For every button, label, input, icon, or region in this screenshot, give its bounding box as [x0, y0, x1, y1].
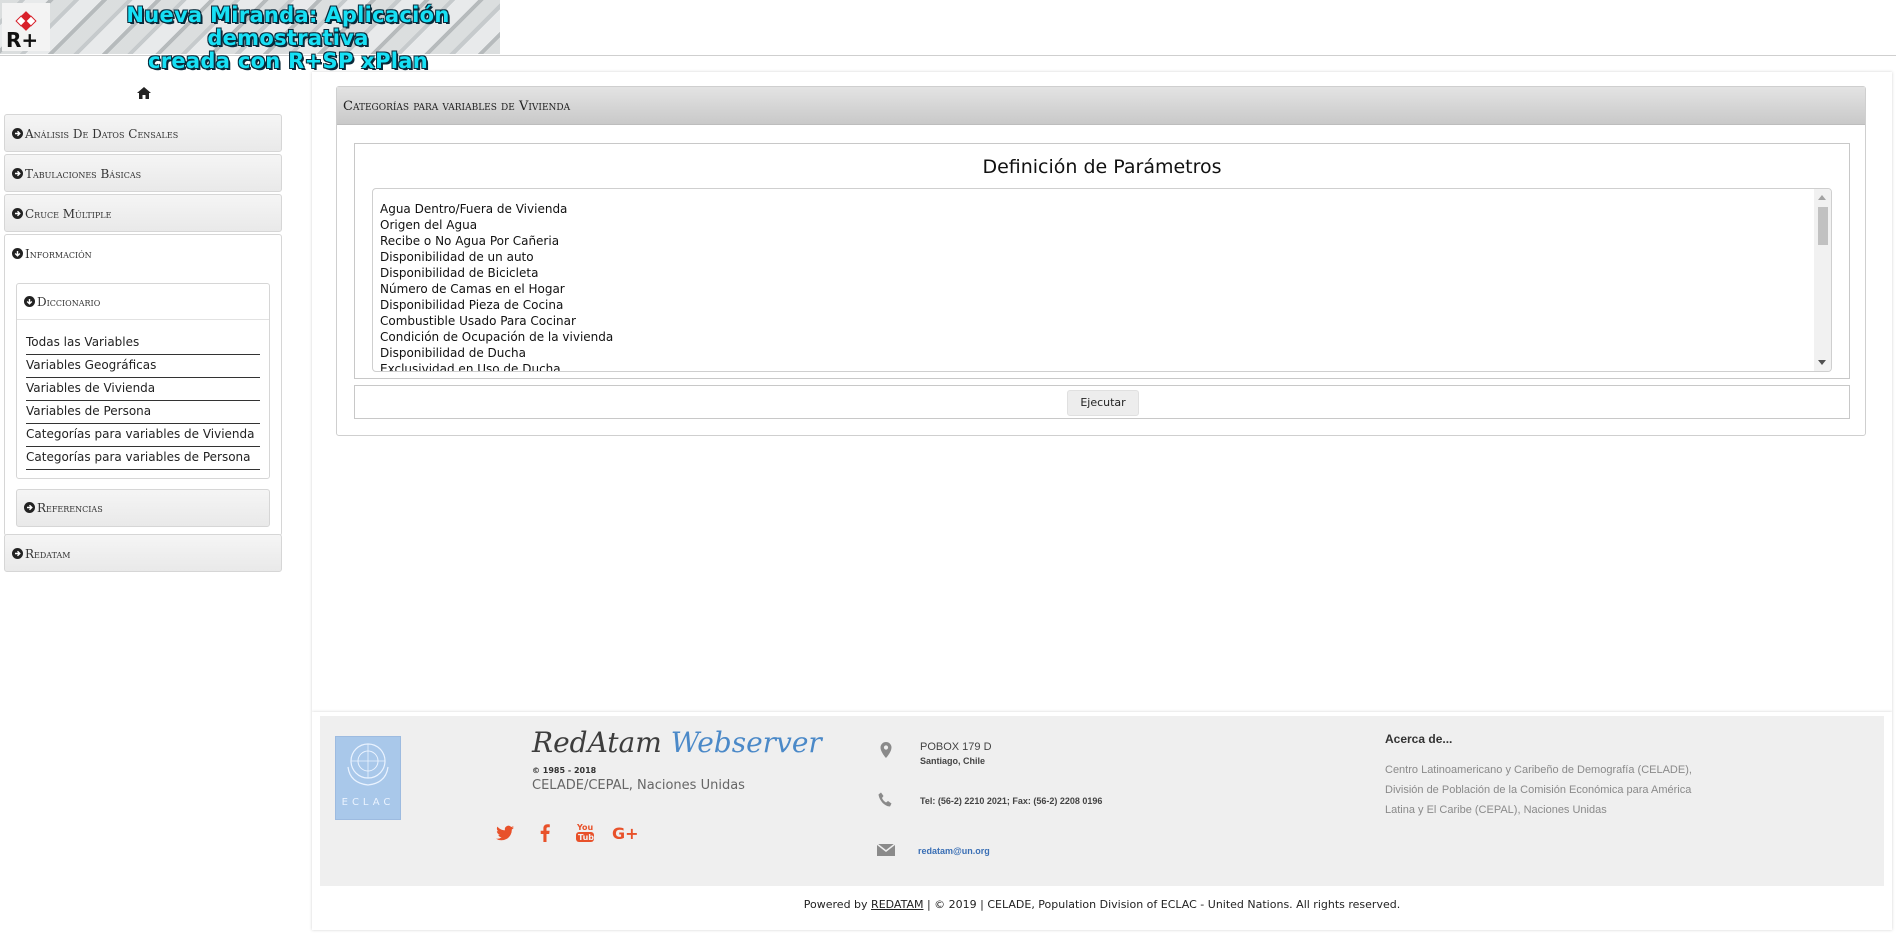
- circle-arrow-right-icon: [12, 128, 23, 139]
- dict-link-persona[interactable]: Variables de Persona: [26, 401, 260, 424]
- app-title-line1: Nueva Miranda: Aplicación demostrativa: [126, 3, 450, 50]
- list-option[interactable]: Disponibilidad Pieza de Cocina: [380, 297, 1800, 313]
- circle-arrow-down-icon: [12, 248, 23, 259]
- page-title: Categorías para variables de Vivienda: [343, 99, 571, 114]
- references-label: Referencias: [37, 501, 103, 515]
- footer-content: ECLAC RedAtam Webserver © 1985 - 2018 CE…: [320, 716, 1884, 886]
- un-logo-text: ECLAC: [341, 797, 395, 808]
- footer-brand: RedAtam Webserver: [532, 726, 822, 759]
- logo-text: R+: [6, 28, 38, 51]
- app-title: Nueva Miranda: Aplicación demostrativa c…: [68, 4, 508, 73]
- un-emblem-icon: [347, 743, 389, 786]
- sidebar-item-label: Redatam: [25, 547, 71, 561]
- listbox-options: Agua Dentro/Fuera de Vivienda Origen del…: [380, 201, 1800, 371]
- map-marker-icon: [880, 742, 892, 758]
- facebook-icon[interactable]: [534, 822, 556, 844]
- sidebar-item-cruce[interactable]: Cruce Múltiple: [4, 194, 282, 232]
- sidebar-panel-informacion: Información Diccionario Todas las Variab…: [4, 234, 282, 536]
- email-link[interactable]: redatam@un.org: [918, 846, 990, 856]
- sidebar-item-label: Tabulaciones Básicas: [25, 167, 142, 181]
- sidebar-item-informacion[interactable]: Información: [5, 235, 281, 273]
- list-option[interactable]: Recibe o No Agua Por Cañeria: [380, 233, 1800, 249]
- powered-suffix: | © 2019 | CELADE, Population Division o…: [926, 898, 1401, 911]
- copyright-years: © 1985 - 2018: [532, 766, 597, 775]
- list-option[interactable]: Disponibilidad de Ducha: [380, 345, 1800, 361]
- list-option[interactable]: Número de Camas en el Hogar: [380, 281, 1800, 297]
- youtube-icon[interactable]: You Tube: [574, 822, 596, 844]
- powered-by: Powered by REDATAM | © 2019 | CELADE, Po…: [312, 898, 1892, 911]
- listbox-scrollbar[interactable]: [1814, 189, 1831, 371]
- powered-prefix: Powered by: [803, 898, 868, 911]
- circle-arrow-right-icon: [24, 502, 35, 513]
- scroll-up-icon[interactable]: [1818, 195, 1826, 200]
- svg-text:G+: G+: [612, 824, 639, 843]
- un-eclac-logo: ECLAC: [335, 736, 401, 820]
- phone-text: Tel: (56-2) 2210 2021; Fax: (56-2) 2208 …: [920, 796, 1103, 806]
- circle-arrow-right-icon: [12, 168, 23, 179]
- scroll-down-icon[interactable]: [1818, 360, 1826, 365]
- parameters-title: Definición de Parámetros: [982, 156, 1222, 178]
- about-text: Centro Latinoamericano y Caribeño de Dem…: [1385, 764, 1692, 816]
- list-option[interactable]: Origen del Agua: [380, 217, 1800, 233]
- list-option[interactable]: Disponibilidad de Bicicleta: [380, 265, 1800, 281]
- dictionary-header[interactable]: Diccionario: [17, 284, 269, 320]
- organization: CELADE/CEPAL, Naciones Unidas: [532, 778, 745, 793]
- sidebar-item-tabulaciones[interactable]: Tabulaciones Básicas: [4, 154, 282, 192]
- dictionary-label: Diccionario: [37, 295, 101, 309]
- list-option[interactable]: Exclusividad en Uso de Ducha: [380, 361, 1800, 371]
- svg-text:Tube: Tube: [578, 833, 596, 842]
- list-option[interactable]: Agua Dentro/Fuera de Vivienda: [380, 201, 1800, 217]
- dict-link-vivienda[interactable]: Variables de Vivienda: [26, 378, 260, 401]
- home-icon[interactable]: [136, 86, 152, 100]
- svg-text:You: You: [576, 823, 594, 832]
- circle-arrow-right-icon: [12, 208, 23, 219]
- footer: ECLAC RedAtam Webserver © 1985 - 2018 CE…: [312, 712, 1892, 930]
- phone-icon: [878, 792, 892, 807]
- scrollbar-thumb[interactable]: [1818, 207, 1828, 245]
- circle-arrow-right-icon: [12, 548, 23, 559]
- redatam-link[interactable]: REDATAM: [871, 898, 923, 911]
- sidebar-item-label: Información: [25, 247, 92, 261]
- list-option[interactable]: Disponibilidad de un auto: [380, 249, 1800, 265]
- dict-link-geograficas[interactable]: Variables Geográficas: [26, 355, 260, 378]
- app-title-line2: creada con R+SP xPlan: [147, 49, 429, 73]
- main-panel: Categorías para variables de Vivienda De…: [336, 86, 1866, 436]
- parameters-box: Definición de Parámetros Agua Dentro/Fue…: [354, 143, 1850, 379]
- dict-link-todas[interactable]: Todas las Variables: [26, 332, 260, 355]
- list-option[interactable]: Combustible Usado Para Cocinar: [380, 313, 1800, 329]
- sidebar-item-referencias[interactable]: Referencias: [16, 489, 270, 527]
- sidebar-item-label: Cruce Múltiple: [25, 207, 112, 221]
- dict-link-cat-vivienda[interactable]: Categorías para variables de Vivienda: [26, 424, 260, 447]
- variable-listbox[interactable]: Agua Dentro/Fuera de Vivienda Origen del…: [372, 188, 1832, 372]
- execute-box: Ejecutar: [354, 385, 1850, 419]
- envelope-icon: [876, 843, 896, 856]
- twitter-icon[interactable]: [494, 822, 516, 844]
- sidebar-item-analisis[interactable]: Análisis De Datos Censales: [4, 114, 282, 152]
- header-banner: R+ Nueva Miranda: Aplicación demostrativ…: [0, 0, 1896, 73]
- main-content: Categorías para variables de Vivienda De…: [312, 72, 1892, 712]
- sidebar-item-redatam[interactable]: Redatam: [4, 534, 282, 572]
- google-plus-icon[interactable]: G+: [612, 822, 642, 844]
- circle-arrow-down-icon: [24, 296, 35, 307]
- sidebar-item-label: Análisis De Datos Censales: [25, 127, 179, 141]
- address-line2: Santiago, Chile: [920, 756, 986, 766]
- address-line1: POBOX 179 D: [920, 741, 992, 753]
- redatam-logo: R+: [2, 3, 50, 51]
- dict-link-cat-persona[interactable]: Categorías para variables de Persona: [26, 447, 260, 470]
- list-option[interactable]: Condición de Ocupación de la vivienda: [380, 329, 1800, 345]
- dictionary-panel: Diccionario Todas las Variables Variable…: [16, 283, 270, 479]
- brand-redatam: RedAtam: [532, 726, 662, 759]
- execute-button[interactable]: Ejecutar: [1067, 390, 1139, 416]
- about-title: Acerca de...: [1385, 732, 1453, 746]
- main-panel-header: Categorías para variables de Vivienda: [337, 87, 1865, 125]
- brand-webserver: Webserver: [670, 726, 822, 759]
